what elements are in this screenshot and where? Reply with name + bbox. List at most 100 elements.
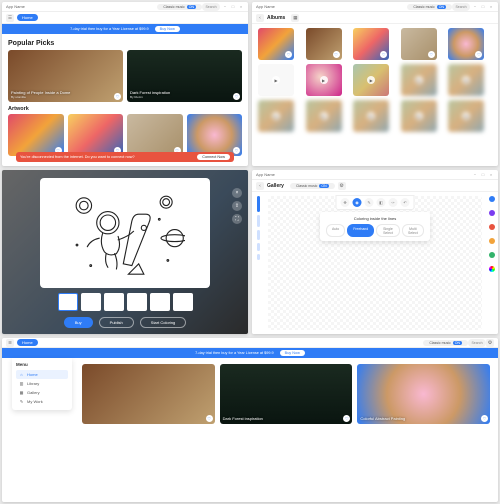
artwork-card[interactable]: ♡ [127, 114, 183, 156]
album-thumb[interactable]: ♡ [448, 28, 484, 60]
favorite-icon[interactable]: ♡ [285, 51, 292, 58]
mode-multi[interactable]: Multi Select [402, 224, 424, 237]
favorite-icon[interactable]: ♡ [333, 51, 340, 58]
publish-button[interactable]: Publish [99, 317, 134, 328]
album-thumb-locked[interactable]: ▶ [448, 100, 484, 132]
minimize-icon[interactable]: − [472, 4, 478, 10]
search-input[interactable]: Search [452, 3, 470, 11]
music-selector[interactable]: Classic music ON [423, 340, 468, 346]
album-thumb[interactable]: ♡ [353, 28, 389, 60]
pick-card-0[interactable]: Painting of People Inside a DomeBy utomi… [8, 50, 123, 102]
back-icon[interactable]: ‹ [256, 14, 264, 22]
buy-now-button[interactable]: Buy Now [280, 350, 305, 356]
play-icon[interactable]: ▶ [462, 112, 470, 120]
coloring-canvas[interactable]: ✥ ◉ ✎ ◧ ✑ ↶ Coloring inside the lines Au… [268, 196, 482, 330]
tool-eraser-icon[interactable]: ◧ [377, 198, 386, 207]
play-icon[interactable]: ▶ [320, 112, 328, 120]
menu-icon[interactable]: ☰ [6, 339, 14, 347]
favorite-icon[interactable]: ♡ [233, 93, 240, 100]
music-selector[interactable]: Classic music ON [157, 4, 202, 10]
play-icon[interactable]: ▶ [320, 76, 328, 84]
tool-fill-icon[interactable]: ◉ [353, 198, 362, 207]
settings-icon[interactable]: ⚙ [486, 339, 494, 347]
play-icon[interactable]: ▶ [367, 76, 375, 84]
music-selector[interactable]: Classic music ON [290, 183, 335, 189]
pick-card[interactable]: Dark Forest inspiration ♡ [220, 364, 353, 424]
album-thumb-locked[interactable]: ▶ [306, 100, 342, 132]
thumb-3[interactable] [127, 293, 147, 311]
album-thumb[interactable]: ♡ [306, 28, 342, 60]
close-icon[interactable]: × [238, 4, 244, 10]
minimize-icon[interactable]: − [472, 172, 478, 178]
album-thumb[interactable]: ♡ [258, 28, 294, 60]
grid-view-icon[interactable]: ▦ [291, 14, 299, 22]
favorite-icon[interactable]: ♡ [428, 51, 435, 58]
color-swatch[interactable] [489, 196, 495, 202]
mode-single[interactable]: Single Select [376, 224, 400, 237]
favorite-icon[interactable]: ♡ [206, 415, 213, 422]
thumb-5[interactable] [173, 293, 193, 311]
color-wheel-icon[interactable] [489, 266, 495, 272]
play-icon[interactable]: ▶ [367, 112, 375, 120]
album-thumb[interactable]: ♡ [401, 28, 437, 60]
tool-brush-icon[interactable]: ✎ [365, 198, 374, 207]
favorite-icon[interactable]: ♡ [343, 415, 350, 422]
favorite-icon[interactable]: ♡ [475, 51, 482, 58]
thumb-2[interactable] [104, 293, 124, 311]
tool-undo-icon[interactable]: ↶ [401, 198, 410, 207]
tool-picker-icon[interactable]: ✑ [389, 198, 398, 207]
thumb-4[interactable] [150, 293, 170, 311]
menu-item-home[interactable]: ⌂Home [16, 370, 68, 379]
thumb-0[interactable] [58, 293, 78, 311]
pick-card-1[interactable]: Dark Forest inspirationBy Ruvim ♡ [127, 50, 242, 102]
close-icon[interactable]: × [488, 172, 494, 178]
start-coloring-button[interactable]: Start Coloring [140, 317, 186, 328]
album-thumb-locked[interactable]: ▶ [353, 100, 389, 132]
play-icon[interactable]: ▶ [415, 112, 423, 120]
minimize-icon[interactable]: − [222, 4, 228, 10]
back-icon[interactable]: ‹ [256, 182, 264, 190]
music-selector[interactable]: Classic music ON [407, 4, 452, 10]
play-icon[interactable]: ▶ [462, 76, 470, 84]
play-icon[interactable]: ▶ [415, 76, 423, 84]
home-tab[interactable]: Home [17, 339, 38, 346]
menu-icon[interactable]: ☰ [6, 14, 14, 22]
artwork-card[interactable]: ♡ [187, 114, 243, 156]
maximize-icon[interactable]: □ [480, 172, 486, 178]
album-thumb-locked[interactable]: ▶ [258, 100, 294, 132]
search-input[interactable]: Search [202, 3, 220, 11]
share-icon[interactable]: ⇪ [232, 201, 242, 211]
buy-button[interactable]: Buy [64, 317, 93, 328]
album-thumb-locked[interactable]: ▶ [401, 64, 437, 96]
color-swatch[interactable] [489, 252, 495, 258]
mode-freehand[interactable]: Freehand [347, 224, 374, 237]
favorite-icon[interactable]: ♡ [481, 415, 488, 422]
menu-item-mywork[interactable]: ✎My Work [16, 397, 68, 406]
mode-auto[interactable]: Auto [326, 224, 345, 237]
album-thumb-locked[interactable]: ▶ [401, 100, 437, 132]
close-icon[interactable]: × [488, 4, 494, 10]
play-icon[interactable]: ▶ [272, 112, 280, 120]
close-icon[interactable]: × [232, 188, 242, 198]
expand-icon[interactable]: ⛶ [232, 214, 242, 224]
album-thumb-locked[interactable]: ▶ [448, 64, 484, 96]
thumb-1[interactable] [81, 293, 101, 311]
color-swatch[interactable] [489, 210, 495, 216]
connect-now-button[interactable]: Connect Now [197, 154, 230, 160]
brush-size-1[interactable] [257, 196, 260, 212]
favorite-icon[interactable]: ♡ [380, 51, 387, 58]
brush-size-4[interactable] [257, 243, 260, 251]
tool-move-icon[interactable]: ✥ [341, 198, 350, 207]
maximize-icon[interactable]: □ [230, 4, 236, 10]
favorite-icon[interactable]: ♡ [233, 147, 240, 154]
brush-size-3[interactable] [257, 230, 260, 240]
menu-item-gallery[interactable]: ▦Gallery [16, 388, 68, 397]
color-swatch[interactable] [489, 238, 495, 244]
drawing-canvas[interactable] [40, 178, 210, 288]
play-icon[interactable]: ▶ [272, 76, 280, 84]
pick-card[interactable]: Colorful Abstract Painting ♡ [357, 364, 490, 424]
album-thumb[interactable]: ▶ [258, 64, 294, 96]
pick-card[interactable]: ♡ [82, 364, 215, 424]
favorite-icon[interactable]: ♡ [114, 93, 121, 100]
album-thumb[interactable]: ▶ [353, 64, 389, 96]
